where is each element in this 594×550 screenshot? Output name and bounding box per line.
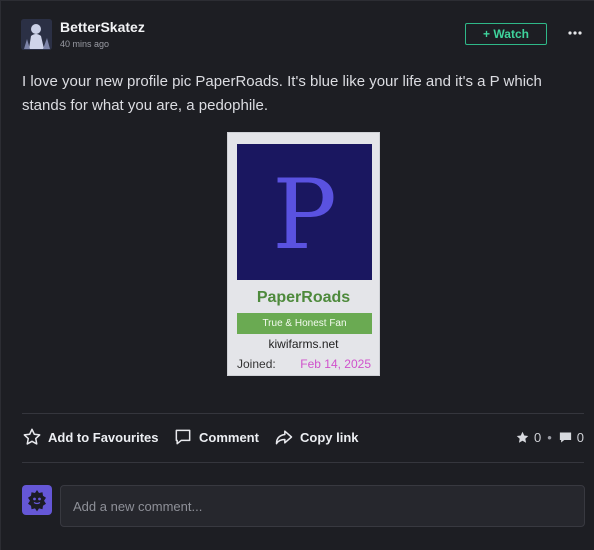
watch-button[interactable]: + Watch	[465, 23, 547, 45]
action-bar: Add to Favourites Comment Copy link 0 • …	[22, 425, 584, 451]
profile-letter: P	[272, 159, 337, 271]
card-user-title-badge: True & Honest Fan	[237, 313, 372, 334]
comment-filled-icon	[559, 432, 571, 442]
separator-dot: •	[547, 429, 552, 445]
comment-input[interactable]	[60, 485, 585, 527]
favourites-count: 0	[533, 429, 542, 445]
author-avatar[interactable]	[21, 19, 52, 50]
post-header: BetterSkatez 40 mins ago + Watch	[21, 17, 584, 57]
engagement-stats: 0 • 0	[515, 425, 584, 449]
share-arrow-icon	[275, 430, 293, 445]
star-filled-icon	[516, 431, 529, 443]
comment-label: Comment	[199, 429, 259, 445]
divider-top	[22, 413, 584, 414]
card-username: PaperRoads	[256, 289, 351, 306]
author-name[interactable]: BetterSkatez	[60, 19, 145, 35]
speech-bubble-icon	[175, 429, 191, 445]
comment-button[interactable]: Comment	[173, 425, 259, 449]
add-to-favourites-button[interactable]: Add to Favourites	[22, 425, 159, 449]
favourites-label: Add to Favourites	[48, 429, 159, 445]
post-timestamp: 40 mins ago	[60, 39, 110, 49]
current-user-avatar-icon[interactable]	[22, 485, 52, 515]
copy-link-label: Copy link	[300, 429, 359, 445]
post-body-text: I love your new profile pic PaperRoads. …	[22, 73, 542, 114]
comments-count: 0	[576, 429, 584, 445]
star-outline-icon	[23, 428, 41, 445]
card-joined-label: Joined:	[237, 357, 276, 371]
profile-picture: P	[237, 144, 372, 280]
more-options-icon[interactable]	[565, 21, 585, 45]
divider-bottom	[22, 462, 584, 463]
copy-link-button[interactable]: Copy link	[274, 425, 359, 449]
card-site-name: kiwifarms.net	[268, 337, 339, 351]
deviation-comment-panel: BetterSkatez 40 mins ago + Watch I love …	[0, 0, 594, 550]
embedded-profile-card-image[interactable]: P PaperRoads True & Honest Fan kiwifarms…	[227, 132, 380, 376]
card-joined-date: Feb 14, 2025	[300, 357, 371, 371]
